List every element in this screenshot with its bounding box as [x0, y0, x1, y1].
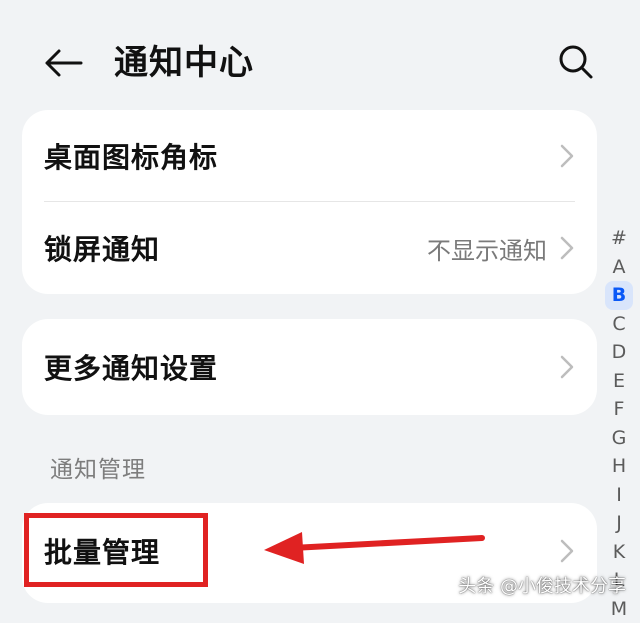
alpha-index-letter[interactable]: D: [602, 338, 636, 367]
alphabet-index[interactable]: # A B C D E F G H I J K L M: [602, 224, 636, 623]
alpha-index-letter[interactable]: A: [602, 253, 636, 282]
settings-card-more: 更多通知设置: [22, 319, 597, 415]
section-title: 通知管理: [50, 450, 146, 484]
alpha-index-letter[interactable]: F: [602, 395, 636, 424]
chevron-right-icon: [559, 235, 575, 261]
row-badge-icons[interactable]: 桌面图标角标: [22, 110, 597, 202]
search-icon: [557, 43, 595, 81]
settings-card-top: 桌面图标角标 锁屏通知 不显示通知: [22, 110, 597, 294]
row-label: 锁屏通知: [44, 228, 160, 268]
chevron-right-icon: [559, 143, 575, 169]
alpha-index-letter[interactable]: #: [602, 224, 636, 253]
alpha-index-letter[interactable]: M: [602, 595, 636, 623]
alpha-index-letter[interactable]: I: [602, 481, 636, 510]
alpha-index-letter[interactable]: K: [602, 538, 636, 567]
alpha-index-letter[interactable]: C: [602, 310, 636, 339]
app-header: 通知中心: [0, 0, 640, 110]
annotation-highlight-box: [24, 513, 208, 587]
row-label: 更多通知设置: [44, 347, 218, 387]
row-more-notification-settings[interactable]: 更多通知设置: [22, 319, 597, 415]
row-lockscreen-notifications[interactable]: 锁屏通知 不显示通知: [22, 202, 597, 294]
alpha-index-letter[interactable]: E: [602, 367, 636, 396]
alpha-index-letter-active[interactable]: B: [605, 281, 633, 310]
page-title: 通知中心: [114, 38, 254, 88]
arrow-left-icon: [43, 48, 83, 78]
watermark: 头条 @小俊技术分享: [458, 572, 626, 598]
row-label: 桌面图标角标: [44, 136, 218, 176]
chevron-right-icon: [559, 354, 575, 380]
search-button[interactable]: [550, 36, 602, 88]
alpha-index-letter[interactable]: J: [602, 509, 636, 538]
chevron-right-icon: [559, 538, 575, 564]
row-value: 不显示通知: [427, 231, 547, 266]
back-button[interactable]: [38, 38, 88, 88]
annotation-arrow-icon: [262, 524, 486, 564]
alpha-index-letter[interactable]: G: [602, 424, 636, 453]
alpha-index-letter[interactable]: H: [602, 452, 636, 481]
